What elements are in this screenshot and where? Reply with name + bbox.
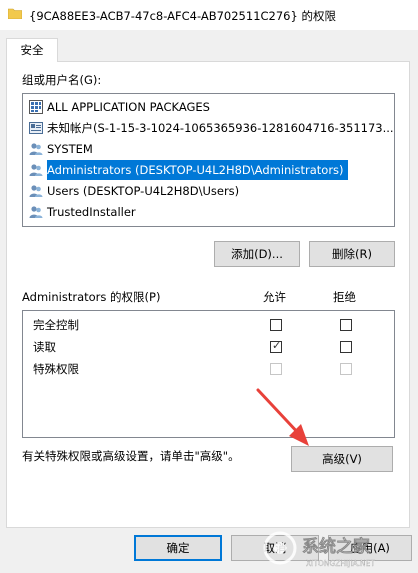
deny-full-control-checkbox[interactable]: [340, 319, 352, 331]
allow-full-control-checkbox[interactable]: [270, 319, 282, 331]
permission-name: 读取: [33, 340, 56, 354]
ok-button[interactable]: 确定: [134, 535, 222, 561]
window-title: {9CA88EE3-ACB7-47c8-AFC4-AB702511C276} 的…: [29, 9, 336, 23]
deny-header: 拒绝: [333, 290, 356, 304]
app-packages-icon: [29, 100, 43, 114]
deny-special-checkbox: [340, 363, 352, 375]
permissions-label: Administrators 的权限(P): [22, 290, 161, 304]
groups-label: 组或用户名(G):: [22, 73, 102, 87]
allow-header: 允许: [263, 290, 286, 304]
deny-read-checkbox[interactable]: [340, 341, 352, 353]
unknown-account-icon: [29, 122, 43, 134]
list-item-label: ALL APPLICATION PACKAGES: [47, 100, 210, 114]
title-bar: {9CA88EE3-ACB7-47c8-AFC4-AB702511C276} 的…: [0, 0, 418, 30]
users-icon: [29, 164, 43, 176]
list-item-label: Users (DESKTOP-U4L2H8D\Users): [47, 184, 240, 198]
advanced-button[interactable]: 高级(V): [291, 446, 393, 472]
list-item-label: 未知帐户(S-1-15-3-1024-1065365936-1281604716…: [47, 121, 394, 135]
users-icon: [29, 185, 43, 197]
allow-read-checkbox[interactable]: ✓: [270, 339, 282, 353]
list-item-label: SYSTEM: [47, 142, 93, 156]
remove-button[interactable]: 删除(R): [309, 241, 395, 267]
cancel-button[interactable]: 取消: [231, 535, 319, 561]
add-button[interactable]: 添加(D)...: [214, 241, 300, 267]
permission-name: 完全控制: [33, 318, 79, 332]
groups-list[interactable]: ALL APPLICATION PACKAGES 未知帐户(S-1-15-3-1…: [22, 93, 395, 227]
checkmark-icon: ✓: [272, 339, 282, 352]
list-item-label: TrustedInstaller: [47, 205, 136, 219]
permissions-list: 完全控制 读取 特殊权限 ✓: [22, 310, 395, 438]
advanced-hint: 有关特殊权限或高级设置，请单击"高级"。: [22, 449, 240, 463]
tab-security[interactable]: 安全: [6, 38, 58, 62]
users-icon: [29, 206, 43, 218]
apply-button[interactable]: 应用(A): [328, 535, 412, 561]
permission-name: 特殊权限: [33, 362, 79, 376]
folder-icon: [8, 8, 22, 19]
allow-special-checkbox: [270, 363, 282, 375]
users-icon: [29, 143, 43, 155]
list-item-label: Administrators (DESKTOP-U4L2H8D\Administ…: [47, 160, 348, 180]
